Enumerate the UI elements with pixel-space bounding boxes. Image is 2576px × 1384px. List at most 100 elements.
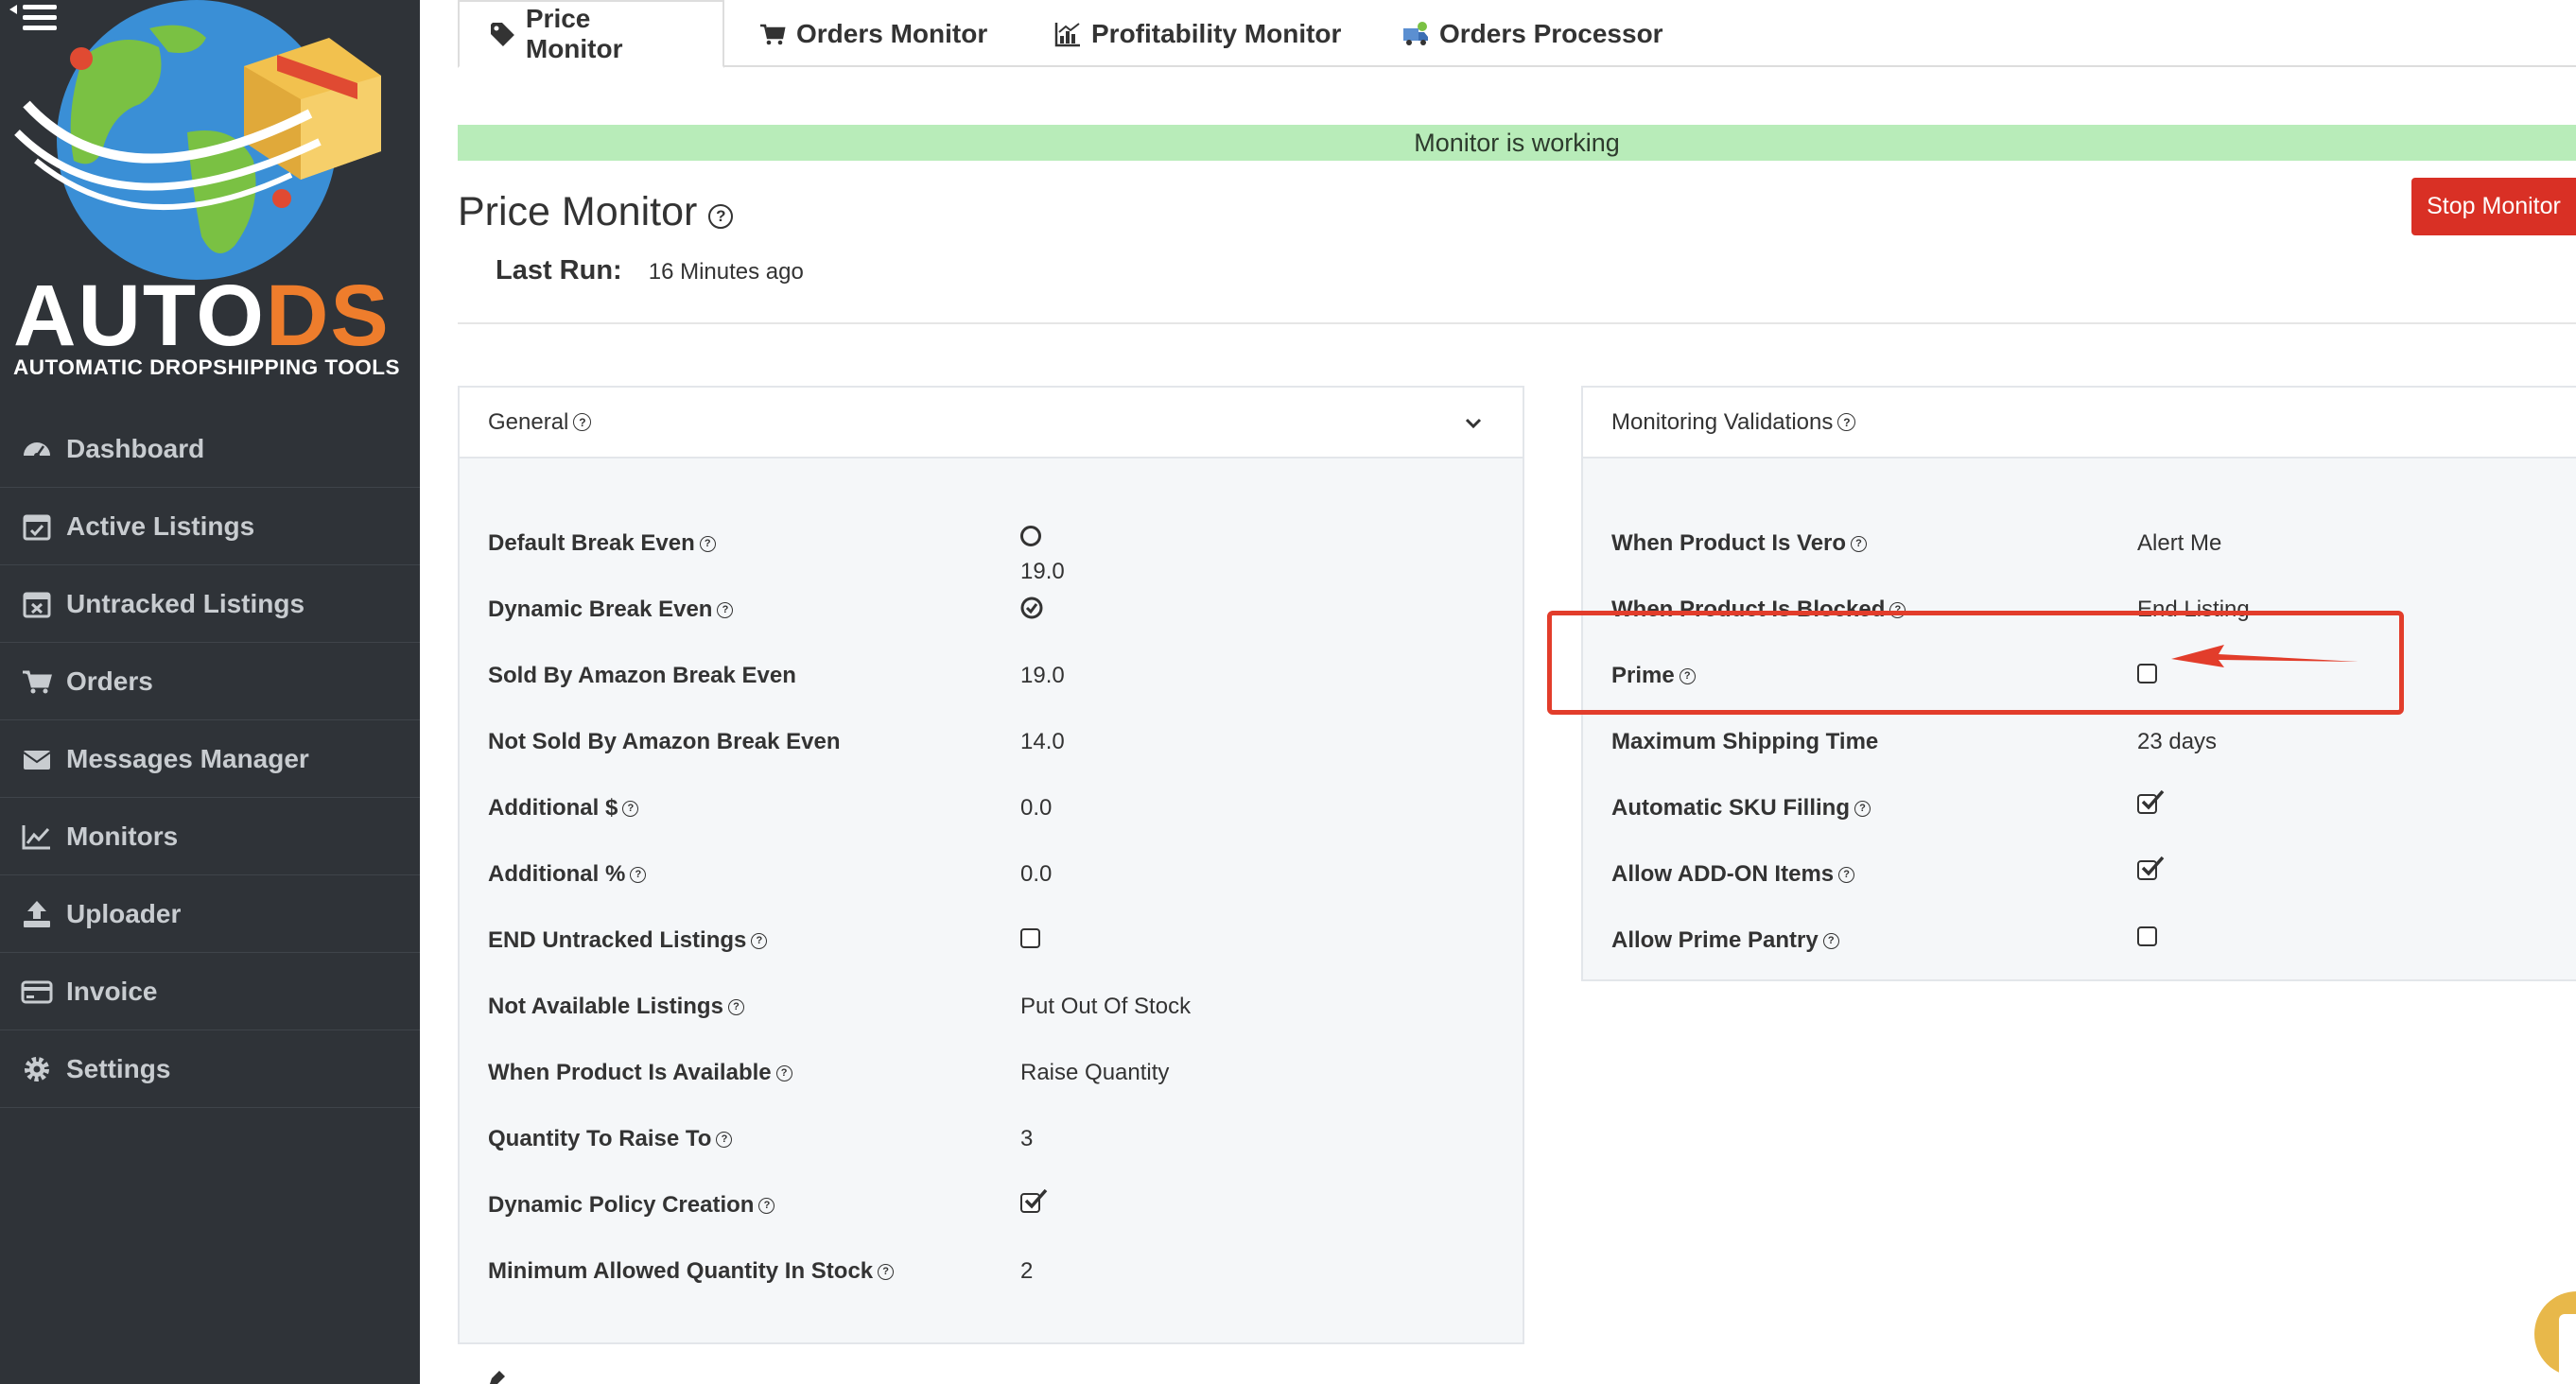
dynamic-policy-checkbox[interactable] <box>1020 1188 1048 1213</box>
setting-label: Default Break Even? <box>488 530 716 557</box>
line-chart-icon <box>22 824 50 849</box>
sidebar-item-label: Monitors <box>66 821 179 851</box>
help-icon[interactable]: ? <box>751 932 768 949</box>
setting-label: Allow ADD-ON Items? <box>1611 861 1855 888</box>
end-untracked-checkbox[interactable] <box>1020 928 1040 948</box>
setting-row: Additional %? 0.0 <box>488 856 1551 893</box>
stop-monitor-button[interactable]: Stop Monitor <box>2411 178 2576 235</box>
tab-profitability-monitor[interactable]: Profitability Monitor <box>1053 0 1341 68</box>
help-icon[interactable]: ? <box>1838 866 1855 883</box>
break-even-radio[interactable] <box>1020 526 1041 546</box>
setting-row: Sold By Amazon Break Even 19.0 <box>488 657 1551 695</box>
validation-row: Allow ADD-ON Items? <box>1611 856 2576 893</box>
setting-row: Not Sold By Amazon Break Even 14.0 <box>488 723 1551 761</box>
tab-label: Price Monitor <box>525 4 623 63</box>
checkmark-icon <box>1024 1188 1048 1209</box>
sidebar-item-dashboard[interactable]: Dashboard <box>0 410 420 488</box>
setting-value: 23 days <box>2137 729 2218 754</box>
last-run-info: Last Run: 16 Minutes ago <box>496 255 804 286</box>
setting-label: Dynamic Policy Creation? <box>488 1192 775 1219</box>
help-icon[interactable]: ? <box>630 866 647 883</box>
sidebar-item-label: Invoice <box>66 976 158 1006</box>
tab-price-monitor[interactable]: Price Monitor <box>458 0 724 68</box>
allow-addon-checkbox[interactable] <box>2137 856 2165 880</box>
help-icon[interactable]: ? <box>1854 800 1871 817</box>
page-title-text: Price Monitor <box>458 189 698 234</box>
sidebar-item-untracked-listings[interactable]: Untracked Listings <box>0 565 420 643</box>
sidebar-nav: Dashboard Active Listings Untracked List… <box>0 410 420 1108</box>
checkmark-icon <box>2141 789 2165 810</box>
divider <box>458 322 2576 324</box>
tab-orders-processor[interactable]: Orders Processor <box>1401 0 1663 68</box>
help-icon[interactable]: ? <box>717 601 734 618</box>
setting-value: 2 <box>1020 1258 1034 1284</box>
setting-row: Quantity To Raise To? 3 <box>488 1120 1551 1158</box>
setting-label: Not Available Listings? <box>488 994 744 1020</box>
last-run-value: 16 Minutes ago <box>648 259 804 285</box>
sidebar-item-label: Active Listings <box>66 510 255 541</box>
sidebar-item-label: Dashboard <box>66 433 205 463</box>
help-icon[interactable]: ? <box>758 1197 775 1214</box>
setting-value: 3 <box>1020 1126 1034 1151</box>
setting-value: 0.0 <box>1020 795 1053 821</box>
help-icon[interactable]: ? <box>1851 535 1868 552</box>
setting-row: Additional $? 0.0 <box>488 789 1551 827</box>
setting-row: Not Available Listings? Put Out Of Stock <box>488 988 1551 1026</box>
panel-title: General <box>488 408 569 435</box>
sidebar-item-active-listings[interactable]: Active Listings <box>0 488 420 565</box>
tab-label: Orders Monitor <box>796 19 988 48</box>
brand-tagline: AUTOMATIC DROPSHIPPING TOOLS <box>13 355 401 379</box>
setting-label: Dynamic Break Even? <box>488 597 734 623</box>
truck-icon <box>1403 22 1428 45</box>
bar-chart-icon <box>1054 23 1080 47</box>
help-icon[interactable]: ? <box>716 1131 733 1148</box>
setting-value: 19.0 <box>1020 559 1065 584</box>
setting-label: Not Sold By Amazon Break Even <box>488 729 841 754</box>
page-title: Price Monitor ? <box>458 189 734 235</box>
help-icon[interactable]: ? <box>878 1263 895 1280</box>
help-icon[interactable]: ? <box>573 413 592 431</box>
validation-row: Automatic SKU Filling? <box>1611 789 2576 827</box>
credit-card-icon <box>21 980 53 1003</box>
sidebar-item-invoice[interactable]: Invoice <box>0 953 420 1030</box>
chevron-down-icon[interactable] <box>1462 412 1485 435</box>
sidebar-item-messages-manager[interactable]: Messages Manager <box>0 720 420 798</box>
help-icon[interactable]: ? <box>1822 932 1839 949</box>
cart-icon <box>23 670 52 693</box>
tab-label: Orders Processor <box>1439 19 1663 48</box>
monitor-status-banner: Monitor is working <box>458 125 2576 161</box>
sidebar-item-uploader[interactable]: Uploader <box>0 875 420 953</box>
chat-icon <box>2559 1314 2576 1384</box>
help-icon[interactable]: ? <box>775 1064 792 1081</box>
help-icon[interactable]: ? <box>622 800 639 817</box>
help-icon[interactable]: ? <box>1837 413 1856 431</box>
setting-row: Minimum Allowed Quantity In Stock? 2 <box>488 1253 1551 1290</box>
sidebar-item-orders[interactable]: Orders <box>0 643 420 720</box>
edit-icon[interactable] <box>488 1371 507 1384</box>
automatic-sku-checkbox[interactable] <box>2137 789 2165 814</box>
setting-value: Alert Me <box>2137 530 2222 556</box>
setting-value: 14.0 <box>1020 729 1065 754</box>
help-icon[interactable]: ? <box>727 998 744 1015</box>
sidebar-item-label: Untracked Listings <box>66 588 305 618</box>
help-icon[interactable]: ? <box>708 203 734 229</box>
setting-row: Dynamic Break Even? <box>488 591 1551 629</box>
sidebar-item-settings[interactable]: Settings <box>0 1030 420 1108</box>
sidebar-item-monitors[interactable]: Monitors <box>0 798 420 875</box>
tab-label: Profitability Monitor <box>1091 19 1342 48</box>
setting-label: Automatic SKU Filling? <box>1611 795 1871 822</box>
help-icon[interactable]: ? <box>699 535 716 552</box>
calendar-x-icon <box>23 592 51 617</box>
setting-row: Dynamic Policy Creation? <box>488 1186 1551 1224</box>
allow-prime-pantry-checkbox[interactable] <box>2137 926 2157 946</box>
dynamic-break-even-radio-checked[interactable] <box>1020 597 1043 619</box>
annotation-arrow-icon <box>2171 645 2358 667</box>
sidebar-item-label: Messages Manager <box>66 743 309 773</box>
tab-orders-monitor[interactable]: Orders Monitor <box>758 0 987 68</box>
setting-row: END Untracked Listings? <box>488 922 1551 960</box>
validations-panel-header[interactable]: Monitoring Validations ? <box>1583 388 2576 458</box>
setting-label: When Product Is Available? <box>488 1060 792 1086</box>
setting-label: Additional $? <box>488 795 639 822</box>
setting-label: Additional %? <box>488 861 647 888</box>
general-panel-header[interactable]: General ? <box>460 388 1523 458</box>
